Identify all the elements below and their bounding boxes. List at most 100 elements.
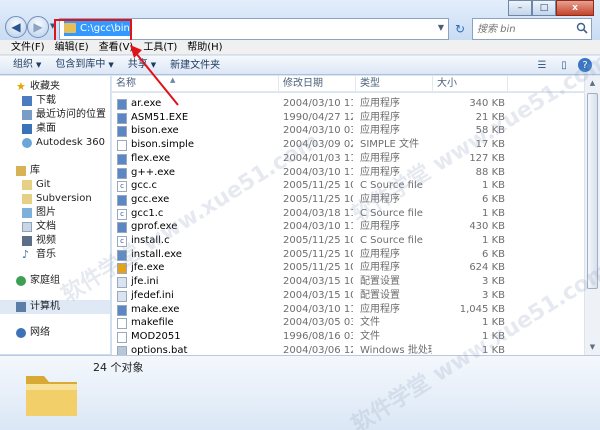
- file-date: 2005/11/25 10:0...: [283, 248, 353, 260]
- close-button[interactable]: x: [556, 0, 594, 16]
- forward-arrow-icon[interactable]: ▶: [27, 16, 49, 38]
- nav-documents-label: 文档: [36, 221, 56, 232]
- file-size: 1 KB: [482, 344, 505, 355]
- bat-file-icon: [117, 345, 127, 355]
- menu-view[interactable]: 查看(V): [94, 40, 139, 54]
- file-row[interactable]: ar.exe 2004/03/10 11:2... 应用程序 340 KB: [112, 97, 508, 111]
- file-type: SIMPLE 文件: [360, 139, 420, 151]
- exe-file-icon: [117, 304, 127, 316]
- nav-documents[interactable]: 文档: [0, 220, 110, 234]
- organize-button[interactable]: 组织 ▼: [6, 55, 48, 75]
- file-size: 88 KB: [475, 166, 505, 178]
- file-row[interactable]: options.bat 2004/03/06 12:0... Windows 批处理…: [112, 344, 508, 355]
- file-row[interactable]: c gcc.c 2005/11/25 10:0... C Source file 1 K…: [112, 179, 508, 193]
- menu-tools[interactable]: 工具(T): [138, 40, 182, 54]
- file-row[interactable]: bison.exe 2004/03/10 03:4... 应用程序 58 KB: [112, 124, 508, 138]
- file-row[interactable]: bison.simple 2004/03/09 02:5... SIMPLE 文件 1…: [112, 138, 508, 152]
- file-row[interactable]: c gcc1.c 2004/03/18 11:4... C Source file 1 …: [112, 207, 508, 221]
- file-row[interactable]: g++.exe 2004/03/10 11:2... 应用程序 88 KB: [112, 166, 508, 180]
- file-row[interactable]: jfe.exe 2005/11/25 10:0... 应用程序 624 KB: [112, 261, 508, 275]
- search-input[interactable]: [477, 20, 577, 38]
- downloads-folder-icon: [22, 96, 32, 106]
- exe-file-icon: [117, 126, 127, 138]
- c-file-icon: c: [117, 181, 127, 193]
- file-type: 应用程序: [360, 303, 400, 315]
- nav-desktop[interactable]: 桌面: [0, 122, 110, 136]
- nav-homegroup[interactable]: 家庭组: [0, 274, 110, 288]
- file-type: 配置设置: [360, 276, 400, 288]
- file-type: C Source file: [360, 235, 423, 246]
- preview-pane-icon[interactable]: ▯: [556, 58, 572, 72]
- file-row[interactable]: jfedef.ini 2004/03/15 10:1... 配置设置 3 KB: [112, 289, 508, 303]
- search-icon[interactable]: [576, 22, 588, 34]
- refresh-icon[interactable]: ↻: [452, 21, 468, 37]
- file-row[interactable]: c install.c 2005/11/25 10:0... C Source fil…: [112, 234, 508, 248]
- nav-favorites[interactable]: ★ 收藏夹: [0, 80, 110, 94]
- music-icon: ♪: [22, 248, 30, 261]
- file-row[interactable]: MOD2051 1996/08/16 03:4... 文件 1 KB: [112, 330, 508, 344]
- nav-homegroup-label: 家庭组: [30, 275, 60, 286]
- column-size[interactable]: 大小: [433, 76, 508, 92]
- nav-computer[interactable]: 计算机: [0, 300, 110, 314]
- scroll-down-icon[interactable]: ▼: [585, 340, 600, 355]
- help-icon[interactable]: ?: [578, 58, 592, 72]
- minimize-button[interactable]: –: [508, 0, 532, 16]
- nav-music[interactable]: ♪ 音乐: [0, 248, 110, 262]
- file-row[interactable]: ASM51.EXE 1990/04/27 12:4... 应用程序 21 KB: [112, 111, 508, 125]
- nav-recent-places[interactable]: 最近访问的位置: [0, 108, 110, 122]
- nav-subversion[interactable]: Subversion: [0, 192, 110, 206]
- nav-git[interactable]: Git: [0, 178, 110, 192]
- file-row[interactable]: gprof.exe 2004/03/10 11:2... 应用程序 430 KB: [112, 220, 508, 234]
- file-row[interactable]: makefile 2004/03/05 03:4... 文件 1 KB: [112, 316, 508, 330]
- chevron-down-icon[interactable]: ▼: [438, 23, 444, 32]
- file-name: options.bat: [131, 344, 188, 355]
- file-date: 2004/03/05 03:4...: [283, 317, 353, 329]
- object-count: 24 个对象: [93, 361, 144, 374]
- subversion-folder-icon: [22, 194, 32, 204]
- file-size: 340 KB: [469, 98, 505, 109]
- scroll-up-icon[interactable]: ▲: [585, 76, 600, 91]
- file-name: install.exe: [131, 248, 182, 260]
- file-row[interactable]: make.exe 2004/03/10 11:2... 应用程序 1,045 KB: [112, 303, 508, 317]
- view-options-icon[interactable]: ☰: [534, 58, 550, 72]
- nav-computer-label: 计算机: [30, 301, 60, 312]
- file-type: 应用程序: [360, 98, 400, 109]
- nav-libraries[interactable]: 库: [0, 164, 110, 178]
- chevron-down-icon: ▼: [150, 61, 157, 69]
- file-type: 应用程序: [360, 125, 400, 137]
- file-type: C Source file: [360, 180, 423, 192]
- file-size: 3 KB: [482, 276, 505, 288]
- file-row[interactable]: flex.exe 2004/01/03 11:0... 应用程序 127 KB: [112, 152, 508, 166]
- nav-downloads[interactable]: 下载: [0, 94, 110, 108]
- nav-libraries-label: 库: [30, 165, 40, 176]
- include-in-library-button[interactable]: 包含到库中 ▼: [48, 55, 120, 75]
- menu-file[interactable]: 文件(F): [6, 40, 50, 54]
- nav-videos-label: 视频: [36, 235, 56, 246]
- nav-videos[interactable]: 视频: [0, 234, 110, 248]
- file-row[interactable]: gcc.exe 2005/11/25 10:0... 应用程序 6 KB: [112, 193, 508, 207]
- column-name[interactable]: 名称 ▲: [112, 76, 279, 92]
- file-name: bison.simple: [131, 139, 194, 151]
- maximize-button[interactable]: □: [532, 0, 556, 16]
- desktop-icon: [22, 124, 32, 134]
- search-box[interactable]: [472, 18, 592, 40]
- vertical-scrollbar[interactable]: ▲ ▼: [584, 76, 600, 355]
- menu-help[interactable]: 帮助(H): [182, 40, 227, 54]
- column-header: 名称 ▲ 修改日期 类型 大小: [112, 76, 600, 92]
- file-name: ASM51.EXE: [131, 111, 189, 123]
- file-type: 应用程序: [360, 193, 400, 205]
- nav-autodesk-360[interactable]: Autodesk 360: [0, 136, 110, 150]
- menu-edit[interactable]: 编辑(E): [50, 40, 94, 54]
- file-size: 430 KB: [469, 221, 505, 233]
- file-date: 2004/03/18 11:4...: [283, 207, 353, 219]
- file-row[interactable]: install.exe 2005/11/25 10:0... 应用程序 6 KB: [112, 248, 508, 262]
- column-type[interactable]: 类型: [356, 76, 433, 92]
- file-row[interactable]: jfe.ini 2004/03/15 10:1... 配置设置 3 KB: [112, 275, 508, 289]
- column-date-modified[interactable]: 修改日期: [279, 76, 356, 92]
- nav-network[interactable]: 网络: [0, 326, 110, 340]
- nav-pictures[interactable]: 图片: [0, 206, 110, 220]
- back-arrow-icon[interactable]: ◀: [5, 16, 27, 38]
- share-button[interactable]: 共享 ▼: [121, 55, 163, 75]
- scroll-thumb[interactable]: [587, 93, 598, 289]
- file-type: C Source file: [360, 207, 423, 219]
